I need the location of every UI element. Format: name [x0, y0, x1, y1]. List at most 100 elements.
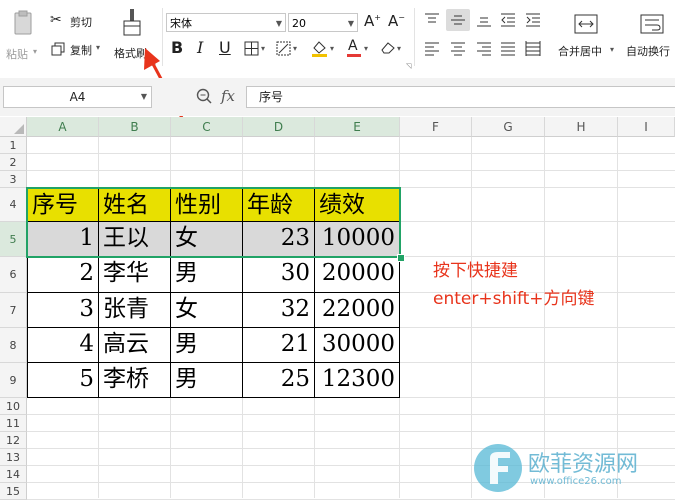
formula-input[interactable]: 序号	[246, 86, 675, 108]
column-header-a[interactable]: A	[27, 117, 99, 137]
row-header-15[interactable]: 15	[0, 483, 27, 500]
chevron-down-icon[interactable]: ▾	[397, 44, 401, 53]
increase-indent-icon[interactable]	[525, 12, 541, 28]
row-header-5[interactable]: 5	[0, 222, 27, 257]
align-middle-icon	[451, 15, 465, 25]
row-header-1[interactable]: 1	[0, 137, 27, 154]
auto-wrap-button[interactable]: 自动换行	[622, 8, 675, 62]
table-cell[interactable]: 22000	[315, 293, 400, 328]
row-header-8[interactable]: 8	[0, 328, 27, 363]
align-top-icon[interactable]	[424, 12, 440, 28]
merge-cells-icon	[574, 14, 598, 34]
decrease-font-icon[interactable]: A−	[388, 12, 405, 30]
table-cell[interactable]: 男	[171, 257, 243, 293]
column-header-e[interactable]: E	[315, 117, 400, 137]
fx-icon[interactable]: fx	[221, 87, 235, 105]
table-cell[interactable]: 4	[27, 328, 99, 363]
row-header-3[interactable]: 3	[0, 171, 27, 188]
align-bottom-icon[interactable]	[476, 12, 492, 28]
paste-button[interactable]: 粘贴 ▾	[3, 6, 43, 64]
name-box[interactable]: A4 ▼	[3, 86, 152, 108]
eraser-icon[interactable]	[380, 41, 396, 55]
watermark-url: www.office26.com	[530, 476, 622, 487]
select-all-corner[interactable]	[0, 117, 27, 137]
row-header-7[interactable]: 7	[0, 293, 27, 328]
align-center-icon[interactable]	[450, 41, 466, 56]
table-cell[interactable]: 李华	[99, 257, 171, 293]
gridline	[617, 137, 618, 498]
column-header-d[interactable]: D	[243, 117, 315, 137]
justify-icon[interactable]	[500, 41, 516, 56]
column-header-g[interactable]: G	[472, 117, 545, 137]
row-header-12[interactable]: 12	[0, 432, 27, 449]
table-cell[interactable]: 3	[27, 293, 99, 328]
font-size-select[interactable]: 20 ▼	[288, 13, 358, 32]
row-header-9[interactable]: 9	[0, 363, 27, 398]
table-cell[interactable]: 男	[171, 328, 243, 363]
column-header-b[interactable]: B	[99, 117, 171, 137]
table-cell[interactable]: 5	[27, 363, 99, 398]
cut-button[interactable]: ✂ 剪切	[50, 12, 100, 30]
wrap-text-icon	[640, 14, 664, 34]
align-right-icon[interactable]	[476, 41, 492, 56]
table-cell[interactable]: 20000	[315, 257, 400, 293]
copy-button[interactable]: 复制 ▾	[50, 40, 108, 58]
increase-font-icon[interactable]: A+	[364, 12, 381, 30]
chevron-down-icon: ▼	[347, 19, 354, 28]
table-cell[interactable]: 12300	[315, 363, 400, 398]
row-header-2[interactable]: 2	[0, 154, 27, 171]
distributed-icon[interactable]	[525, 41, 541, 56]
table-cell[interactable]: 25	[243, 363, 315, 398]
table-cell[interactable]: 张青	[99, 293, 171, 328]
watermark-logo-icon	[474, 444, 522, 492]
table-cell[interactable]: 30000	[315, 328, 400, 363]
chevron-down-icon[interactable]: ▾	[330, 44, 334, 53]
fill-handle[interactable]	[397, 254, 405, 262]
row-header-4[interactable]: 4	[0, 188, 27, 222]
chevron-down-icon[interactable]: ▾	[364, 44, 368, 53]
chevron-down-icon[interactable]: ▾	[261, 44, 265, 53]
table-cell[interactable]: 高云	[99, 328, 171, 363]
column-header-i[interactable]: I	[618, 117, 675, 137]
clipboard-icon	[14, 10, 32, 35]
chevron-down-icon: ▾	[610, 45, 615, 54]
chevron-down-icon[interactable]: ▾	[293, 44, 297, 53]
font-color-icon[interactable]: A	[346, 38, 362, 58]
gridline	[27, 170, 675, 171]
dialog-launcher-icon[interactable]: ◹	[406, 62, 411, 70]
underline-icon[interactable]: U	[219, 38, 231, 57]
decrease-indent-icon[interactable]	[500, 12, 516, 28]
table-cell[interactable]: 32	[243, 293, 315, 328]
zoom-search-icon[interactable]	[196, 88, 212, 104]
chevron-down-icon: ▼	[275, 19, 282, 28]
column-header-f[interactable]: F	[400, 117, 472, 137]
fill-pattern-icon[interactable]	[276, 41, 291, 56]
row-header-13[interactable]: 13	[0, 449, 27, 466]
table-cell[interactable]: 2	[27, 257, 99, 293]
cell-reference: A4	[69, 90, 86, 104]
align-middle-button[interactable]	[446, 9, 470, 31]
row-header-10[interactable]: 10	[0, 398, 27, 415]
merge-center-button[interactable]: 合并居中 ▾	[554, 8, 618, 62]
font-name-select[interactable]: 宋体 ▼	[166, 13, 286, 32]
watermark-text: 欧菲资源网	[528, 452, 639, 477]
table-cell[interactable]: 女	[171, 293, 243, 328]
table-cell[interactable]: 30	[243, 257, 315, 293]
column-header-h[interactable]: H	[545, 117, 618, 137]
column-header-c[interactable]: C	[171, 117, 243, 137]
borders-icon[interactable]	[244, 41, 259, 56]
table-cell[interactable]: 男	[171, 363, 243, 398]
row-header-14[interactable]: 14	[0, 466, 27, 483]
ribbon-toolbar: 粘贴 ▾ ✂ 剪切 复制 ▾ 格式刷 ◹ 宋体 ▼ 20 ▼ A+ A− B I	[0, 0, 675, 79]
table-cell[interactable]: 李桥	[99, 363, 171, 398]
align-left-icon[interactable]	[424, 41, 440, 56]
fill-color-icon[interactable]	[311, 39, 328, 58]
divider	[414, 8, 415, 66]
row-header-11[interactable]: 11	[0, 415, 27, 432]
row-header-6[interactable]: 6	[0, 257, 27, 293]
annotation-line1: 按下快捷建	[433, 261, 518, 281]
gridline	[544, 137, 545, 498]
auto-wrap-label: 自动换行	[626, 45, 670, 58]
italic-icon[interactable]: I	[197, 38, 203, 57]
table-cell[interactable]: 21	[243, 328, 315, 363]
